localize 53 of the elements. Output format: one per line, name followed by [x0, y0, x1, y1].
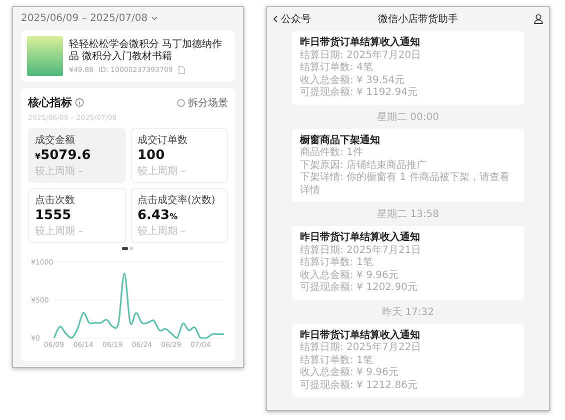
- notification-card[interactable]: 橱窗商品下架通知 商品件数: 1件 下架原因: 店铺结束商品推广 下架详情: 你的橱窗有 1 件商品被下架，请查看详情: [292, 128, 524, 202]
- notification-title: 昨日带货订单结算收入通知: [300, 328, 421, 342]
- notification-line: 下架详情: 你的橱窗有 1 件商品被下架，请查看详情: [300, 172, 510, 197]
- notification-line: 结算订单数: 1笔: [300, 354, 374, 366]
- notification-line: 结算日期: 2025年7月20日: [300, 50, 422, 62]
- metric-tile[interactable]: 点击次数 1555 较上周期 –: [28, 188, 126, 243]
- info-icon[interactable]: [75, 98, 84, 107]
- chevron-down-icon: [150, 16, 158, 21]
- back-button[interactable]: 公众号: [273, 12, 311, 26]
- metric-tile[interactable]: 成交订单数 100 较上周期 –: [130, 128, 228, 183]
- notification-line: 结算订单数: 4笔: [300, 62, 374, 74]
- notification-line: 结算日期: 2025年7月22日: [300, 342, 422, 354]
- metric-value: ¥5079.6: [35, 148, 92, 163]
- notification-line: 结算订单数: 1笔: [300, 257, 374, 270]
- timestamp: 星期二 13:58: [377, 208, 439, 221]
- metric-comparison: 较上周期 –: [35, 224, 84, 238]
- notification-line: 收入总金额: ¥ 9.96元: [300, 367, 400, 380]
- metric-label: 成交金额: [35, 134, 76, 147]
- notification-line: 下架原因: 店铺结束商品推广: [300, 160, 428, 172]
- metric-comparison: 较上周期 –: [138, 164, 187, 178]
- split-scene-checkbox[interactable]: 拆分场景: [177, 96, 228, 110]
- person-icon[interactable]: [534, 14, 543, 24]
- notification-line: 收入总金额: ¥ 39.54元: [300, 74, 406, 86]
- metric-label: 点击次数: [35, 194, 76, 207]
- metric-label: 成交订单数: [138, 134, 188, 147]
- notification-line: 商品件数: 1件: [300, 147, 364, 160]
- back-chevron-icon: [273, 15, 278, 23]
- product-title: 轻轻松松学会微积分 马丁加德纳作品 微积分入门教材书籍: [69, 38, 224, 64]
- metric-value: 1555: [35, 208, 72, 223]
- notification-card[interactable]: 昨日带货订单结算收入通知 结算日期: 2025年7月21日 结算订单数: 1笔 收入总金额: ¥ 9.96元 可提现余额: ¥ 1202.90元: [292, 226, 524, 300]
- notification-line: 可提现余额: ¥ 1192.94元: [300, 87, 418, 100]
- date-range-selector[interactable]: 2025/06/09 – 2025/07/08: [21, 13, 148, 24]
- copy-icon[interactable]: [178, 66, 185, 74]
- section-title: 核心指标: [28, 95, 72, 110]
- metric-comparison: 较上周期 –: [138, 224, 187, 238]
- notification-line: 可提现余额: ¥ 1212.86元: [300, 380, 418, 392]
- notification-line: 结算日期: 2025年7月21日: [300, 244, 422, 256]
- notification-line: 可提现余额: ¥ 1202.90元: [300, 282, 418, 294]
- notification-card[interactable]: 昨日带货订单结算收入通知 结算日期: 2025年7月20日 结算订单数: 4笔 收入总金额: ¥ 39.54元 可提现余额: ¥ 1192.94元: [292, 31, 524, 104]
- timestamp: 星期二 00:00: [377, 110, 439, 124]
- chat-title: 微信小店带货助手: [377, 12, 459, 26]
- page-indicator: [122, 247, 134, 250]
- metric-tile[interactable]: 点击成交率(次数) 6.43% 较上周期 –: [130, 188, 228, 243]
- timestamp: 昨天 17:32: [382, 306, 434, 318]
- metric-value: 100: [138, 148, 166, 163]
- notification-card[interactable]: 昨日带货订单结算收入通知 结算日期: 2025年7月22日 结算订单数: 1笔 收入总金额: ¥ 9.96元 可提现余额: ¥ 1212.86元: [292, 324, 524, 397]
- notification-title: 橱窗商品下架通知: [300, 134, 381, 146]
- notification-title: 昨日带货订单结算收入通知: [300, 231, 421, 244]
- book-cover-placeholder: [27, 36, 63, 76]
- metric-label: 点击成交率(次数): [138, 194, 216, 207]
- notification-line: 收入总金额: ¥ 9.96元: [300, 270, 400, 282]
- notification-title: 昨日带货订单结算收入通知: [300, 36, 421, 50]
- metric-value: 6.43%: [138, 208, 179, 223]
